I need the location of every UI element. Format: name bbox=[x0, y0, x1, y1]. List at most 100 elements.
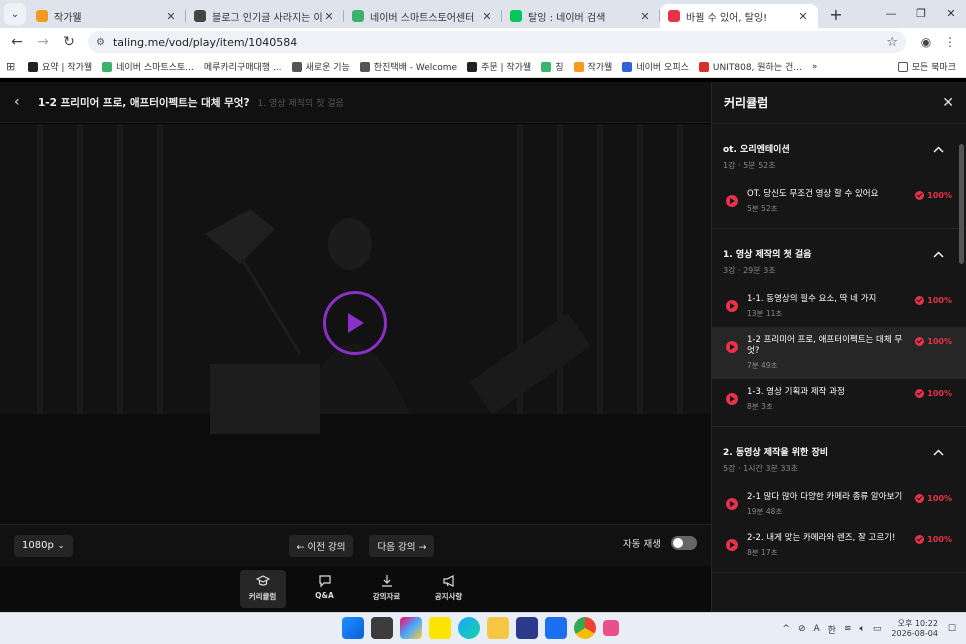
video-player[interactable] bbox=[0, 124, 711, 524]
flame-icon bbox=[36, 10, 48, 22]
tab-close-icon[interactable]: ✕ bbox=[322, 10, 336, 23]
close-window-icon[interactable]: ✕ bbox=[936, 0, 966, 28]
copilot-icon[interactable] bbox=[399, 617, 422, 639]
bookmark-star-icon[interactable]: ☆ bbox=[886, 35, 898, 50]
windows-start-icon[interactable] bbox=[341, 617, 364, 639]
browser-tab[interactable]: 네이버 스마트스토어센터 ✕ bbox=[344, 4, 502, 28]
bookmark-favicon bbox=[28, 61, 38, 72]
lesson-item[interactable]: 2-2. 내게 맞는 카메라와 렌즈, 잘 고르기! 8분 17초 100% bbox=[712, 525, 966, 566]
url-input[interactable]: ⚙ taling.me/vod/play/item/1040584 ☆ bbox=[88, 31, 906, 53]
sidebar-scrollbar[interactable] bbox=[959, 144, 964, 264]
notification-icon[interactable]: ☐ bbox=[948, 624, 956, 634]
play-icon bbox=[348, 313, 364, 333]
bookmark-item[interactable]: 칭 bbox=[541, 60, 564, 73]
bookmark-label: 요약 | 작가웰 bbox=[42, 63, 93, 73]
kakaotalk-icon[interactable] bbox=[428, 617, 451, 639]
language-indicator[interactable]: 한 bbox=[828, 623, 836, 636]
player-controls: 1080p ⌄ ← 이전 강의 다음 강의 → 자동 재생 bbox=[0, 524, 711, 566]
browser-tab[interactable]: 바뀔 수 있어, 탈잉! ✕ bbox=[660, 4, 818, 28]
lesson-item[interactable]: 1-2 프리미어 프로, 애프터이펙트는 대체 무엇? 7분 49초 100% bbox=[712, 327, 966, 380]
reload-icon[interactable]: ↻ bbox=[56, 34, 82, 50]
bookmark-item[interactable]: 주문 | 작가웰 bbox=[467, 60, 531, 73]
volume-icon[interactable]: 🔈︎ bbox=[860, 624, 865, 634]
lesson-item[interactable]: 1-3. 영상 기획과 제작 과정 8분 3초 100% bbox=[712, 379, 966, 420]
site-info-icon[interactable]: ⚙ bbox=[96, 37, 105, 48]
curriculum-panel: 커리큘럼 ✕ ot. 오리엔테이션 1강 · 5분 52초 OT. 당신도 무조건 … bbox=[711, 82, 966, 612]
more-menu-icon[interactable]: ⋮ bbox=[938, 35, 962, 49]
play-circle-icon bbox=[726, 393, 738, 406]
bookmark-favicon bbox=[359, 61, 370, 72]
system-clock[interactable]: 오후 10:22 2026-08-04 bbox=[891, 619, 938, 640]
bookmark-item[interactable]: UNIT808, 원하는 건... bbox=[698, 60, 802, 73]
all-bookmarks-folder[interactable]: 모든 북마크 bbox=[897, 60, 956, 73]
lesson-name: 1-1. 동영상의 필수 요소, 딱 네 가지 bbox=[747, 294, 877, 305]
bookmark-label: 주문 | 작가웰 bbox=[481, 63, 532, 73]
play-circle-icon bbox=[726, 498, 738, 511]
new-tab-button[interactable]: + bbox=[824, 5, 848, 24]
snipping-tool-icon[interactable] bbox=[602, 620, 619, 636]
nav-notices[interactable]: 공지사항 bbox=[426, 570, 472, 608]
lesson-duration: 7분 49초 bbox=[747, 361, 778, 371]
close-icon[interactable]: ✕ bbox=[942, 95, 954, 111]
next-lesson-button[interactable]: 다음 강의 → bbox=[369, 534, 435, 557]
nav-curriculum[interactable]: 커리큘럼 bbox=[239, 570, 286, 608]
windows-taskbar: ^ ⊘ A 한 ≋ 🔈︎ ▭ 오후 10:22 2026-08-04 ☐ bbox=[0, 612, 966, 644]
browser-tab[interactable]: 블로그 인기글 사라지는 이유 ✕ bbox=[186, 4, 344, 28]
bookmark-item[interactable]: 새로운 기능 bbox=[291, 60, 350, 73]
lesson-name: 1-2 프리미어 프로, 애프터이펙트는 대체 무엇? bbox=[747, 335, 903, 357]
tab-close-icon[interactable]: ✕ bbox=[164, 10, 178, 23]
nav-qa[interactable]: Q&A bbox=[302, 570, 348, 608]
bookmark-favicon bbox=[622, 61, 633, 72]
restore-icon[interactable]: ❐ bbox=[906, 0, 936, 28]
wifi-icon[interactable]: ≋ bbox=[844, 624, 852, 634]
tab-search-chevron-icon[interactable]: ⌄ bbox=[4, 3, 26, 25]
bookmark-favicon bbox=[467, 61, 478, 72]
prev-lesson-button[interactable]: ← 이전 강의 bbox=[288, 534, 354, 557]
play-circle-icon bbox=[726, 539, 738, 552]
network-off-icon[interactable]: ⊘ bbox=[798, 624, 806, 634]
browser-tab[interactable]: 탈잉 : 네이버 검색 ✕ bbox=[502, 4, 660, 28]
profile-icon[interactable]: ◉ bbox=[914, 35, 938, 49]
nav-materials[interactable]: 강의자료 bbox=[364, 570, 410, 608]
task-view-icon[interactable] bbox=[370, 617, 393, 639]
bookmark-label: UNIT808, 원하는 건... bbox=[712, 63, 802, 73]
bookmark-item[interactable]: 한진택배 - Welcome bbox=[359, 60, 457, 73]
chrome-icon[interactable] bbox=[573, 617, 596, 639]
play-circle-icon bbox=[726, 300, 738, 313]
tab-close-icon[interactable]: ✕ bbox=[638, 10, 652, 23]
apps-grid-icon[interactable]: ⊞ bbox=[6, 60, 20, 73]
ime-mode[interactable]: A bbox=[814, 624, 820, 634]
tray-chevron-icon[interactable]: ^ bbox=[782, 624, 790, 634]
chevron-up-icon bbox=[933, 449, 944, 456]
bookmark-item[interactable]: 요약 | 작가웰 bbox=[28, 60, 92, 73]
bookmark-item[interactable]: 네이버 오피스 bbox=[622, 60, 689, 73]
lesson-item[interactable]: OT. 당신도 무조건 영상 할 수 있어요 5분 52초 100% bbox=[712, 181, 966, 222]
section-header[interactable]: 2. 동영상 제작을 위한 장비 5강 · 1시간 3분 33초 bbox=[712, 427, 966, 484]
browser-tab[interactable]: 작가웰 ✕ bbox=[28, 4, 186, 28]
bookmark-label: 새로운 기능 bbox=[305, 63, 350, 73]
minimize-icon[interactable]: — bbox=[876, 0, 906, 28]
bookmark-item[interactable]: 작가웰 bbox=[573, 60, 612, 73]
section-header[interactable]: 1. 영상 제작의 첫 걸음 3강 · 29분 3초 bbox=[712, 229, 966, 286]
forward-arrow-icon[interactable]: → bbox=[30, 34, 56, 50]
lesson-item[interactable]: 1-1. 동영상의 필수 요소, 딱 네 가지 13분 11초 100% bbox=[712, 286, 966, 327]
lesson-item[interactable]: 2-1 많다 많아 다양한 카메라 종류 알아보기 19분 48초 100% bbox=[712, 484, 966, 525]
edge-icon[interactable] bbox=[457, 617, 480, 639]
section-header[interactable]: ot. 오리엔테이션 1강 · 5분 52초 bbox=[712, 124, 966, 181]
back-chevron-icon[interactable]: ‹ bbox=[14, 94, 34, 110]
check-circle-icon bbox=[915, 191, 925, 200]
bookmarks-overflow-icon[interactable]: » bbox=[812, 62, 818, 72]
bookmark-item[interactable]: 메루카리구매대행 ... bbox=[204, 60, 282, 73]
battery-icon[interactable]: ▭ bbox=[873, 624, 882, 634]
back-arrow-icon[interactable]: ← bbox=[4, 34, 30, 50]
bookmark-item[interactable]: 네이버 스마트스토... bbox=[102, 60, 194, 73]
calculator-app-icon[interactable] bbox=[515, 617, 538, 639]
tab-close-icon[interactable]: ✕ bbox=[480, 10, 494, 23]
play-button[interactable] bbox=[323, 291, 387, 355]
autoplay-toggle[interactable] bbox=[671, 536, 697, 550]
lesson-duration: 13분 11초 bbox=[747, 309, 783, 319]
file-explorer-icon[interactable] bbox=[486, 617, 509, 639]
naver-works-icon[interactable] bbox=[544, 617, 567, 639]
tab-close-icon[interactable]: ✕ bbox=[796, 10, 810, 23]
quality-select[interactable]: 1080p ⌄ bbox=[14, 534, 73, 557]
